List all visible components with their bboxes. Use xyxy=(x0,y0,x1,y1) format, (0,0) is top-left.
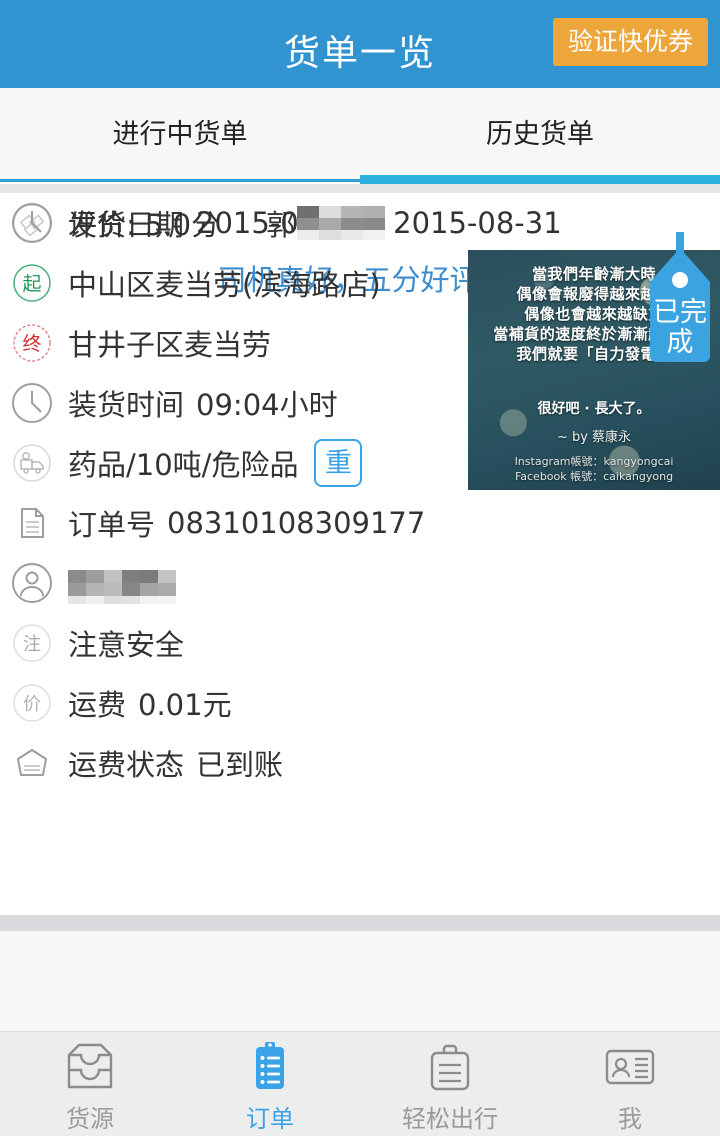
row-loading-time: 装货时间 09:04小时 xyxy=(0,373,470,433)
tab-bar: 进行中货单 历史货单 xyxy=(0,88,720,182)
truck-icon xyxy=(10,441,54,485)
row-order-number-text: 订单号 08310108309177 xyxy=(68,502,425,544)
nav-item-orders-label: 订单 xyxy=(246,1104,294,1133)
dest-icon: 终 xyxy=(10,321,54,365)
thumbnail-social-line: Facebook 帳號：caikangyong xyxy=(514,470,674,483)
row-loading-time-text: 装货时间 09:04小时 xyxy=(68,382,338,424)
cargo-description: 药品/10吨/危险品 xyxy=(68,448,299,482)
wallet-icon xyxy=(10,741,54,785)
row-ship-date: 发货日期 2015-08-31 xyxy=(0,193,470,253)
app-header: 货单一览 验证快优券 xyxy=(0,0,720,88)
empty-area xyxy=(0,931,720,1031)
status-badge: 已完成 xyxy=(650,232,710,362)
bottom-navigation: 货源 订单 轻松出行 我 xyxy=(0,1031,720,1136)
thumbnail-social: Instagram帳號：kangyongcai Facebook 帳號：caik… xyxy=(468,454,720,484)
briefcase-icon xyxy=(419,1041,481,1093)
nav-item-cargo[interactable]: 货源 xyxy=(0,1032,180,1136)
nav-item-cargo-label: 货源 xyxy=(66,1104,114,1133)
tab-active-indicator xyxy=(360,175,720,184)
freight-status-label: 运费状态 xyxy=(68,748,185,782)
freight-status-value: 已到账 xyxy=(196,748,284,782)
heavy-cargo-tag: 重 xyxy=(314,439,363,487)
status-badge-label: 已完成 xyxy=(653,297,707,358)
nav-item-profile-label: 我 xyxy=(618,1104,642,1133)
idcard-icon xyxy=(599,1041,661,1093)
document-icon xyxy=(10,501,54,545)
tab-history-orders-label: 历史货单 xyxy=(486,118,594,150)
freight-label: 运费 xyxy=(68,688,127,722)
loading-time-label: 装货时间 xyxy=(68,388,185,422)
nav-item-travel[interactable]: 轻松出行 xyxy=(360,1032,540,1136)
person-icon xyxy=(10,561,54,605)
row-cargo-text: 药品/10吨/危险品 重 xyxy=(68,439,363,487)
row-origin: 起 中山区麦当劳(滨海路店) xyxy=(0,253,470,313)
order-number-value: 08310108309177 xyxy=(167,506,426,540)
verify-coupon-button[interactable]: 验证快优券 xyxy=(552,18,708,66)
svg-text:注: 注 xyxy=(23,634,41,655)
clock-icon xyxy=(10,381,54,425)
tab-ongoing-orders[interactable]: 进行中货单 xyxy=(0,88,360,182)
row-order-number: 订单号 08310108309177 xyxy=(0,493,470,553)
svg-text:价: 价 xyxy=(23,694,41,715)
nav-item-travel-label: 轻松出行 xyxy=(402,1104,498,1133)
reviewer-name-redacted xyxy=(297,206,386,240)
order-number-label: 订单号 xyxy=(68,508,156,542)
order-detail-rows: 发货日期 2015-08-31 起 中山区麦当劳(滨海路店) 终 甘井子区麦当劳… xyxy=(0,193,470,793)
loading-time-value: 09:04小时 xyxy=(196,388,338,422)
status-badge-hole xyxy=(672,272,688,288)
row-freight-text: 运费 0.01元 xyxy=(68,682,232,724)
section-separator xyxy=(0,915,720,931)
note-icon: 注 xyxy=(10,621,54,665)
origin-icon: 起 xyxy=(10,261,54,305)
row-freight-status-text: 运费状态 已到账 xyxy=(68,742,283,784)
tab-ongoing-orders-label: 进行中货单 xyxy=(112,118,248,150)
row-destination: 终 甘井子区麦当劳 xyxy=(0,313,470,373)
ship-date-label: 发货日期 xyxy=(68,208,185,242)
destination-address: 甘井子区麦当劳 xyxy=(68,328,272,362)
clock-icon xyxy=(10,201,54,245)
thumbnail-signoff: 很好吧 · 長大了。 xyxy=(537,401,651,417)
tab-separator xyxy=(0,184,720,193)
svg-text:终: 终 xyxy=(22,333,41,355)
row-freight-status: 运费状态 已到账 xyxy=(0,733,470,793)
nav-item-profile[interactable]: 我 xyxy=(540,1032,720,1136)
order-card[interactable]: 发货日期 2015-08-31 起 中山区麦当劳(滨海路店) 终 甘井子区麦当劳… xyxy=(0,193,720,915)
price-icon: 价 xyxy=(10,681,54,725)
freight-value: 0.01元 xyxy=(138,688,232,722)
thumbnail-author: ~ by 蔡康永 xyxy=(556,430,632,445)
inbox-icon xyxy=(59,1041,121,1093)
thumbnail-social-line: Instagram帳號：kangyongcai xyxy=(514,455,674,468)
row-cargo: 药品/10吨/危险品 重 xyxy=(0,433,470,493)
row-note: 注 注意安全 xyxy=(0,613,470,673)
row-contact-person xyxy=(0,553,470,613)
app-root: 货单一览 验证快优券 进行中货单 历史货单 发货日期 2015-08-31 起 … xyxy=(0,0,720,1136)
row-freight: 价 运费 0.01元 xyxy=(0,673,470,733)
contact-person-redacted xyxy=(68,568,176,604)
origin-address: 中山区麦当劳(滨海路店) xyxy=(68,268,381,302)
note-text: 注意安全 xyxy=(68,628,185,662)
svg-text:起: 起 xyxy=(22,273,41,295)
clipboard-icon xyxy=(239,1041,301,1093)
tab-history-orders[interactable]: 历史货单 xyxy=(360,88,720,182)
nav-item-orders[interactable]: 订单 xyxy=(180,1032,360,1136)
